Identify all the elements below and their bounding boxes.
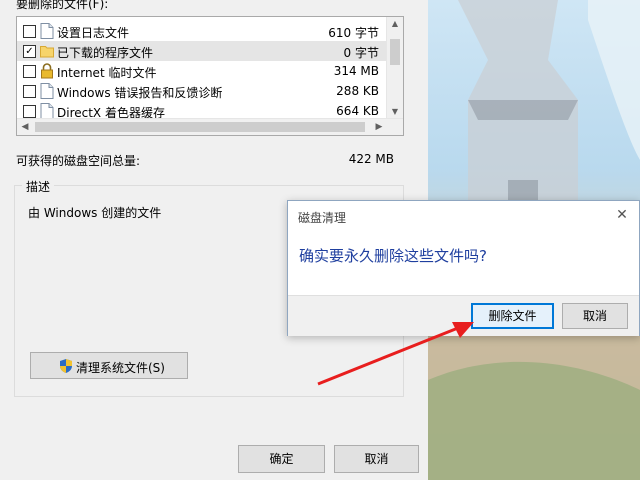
dialog-footer: 删除文件 取消 — [288, 295, 639, 336]
file-size: 610 字节 — [328, 26, 379, 40]
scroll-up-icon[interactable]: ▲ — [387, 17, 403, 31]
lock-icon — [41, 63, 53, 79]
file-name: 设置日志文件 — [57, 26, 130, 40]
vertical-scrollbar[interactable]: ▲ ▼ — [386, 17, 403, 119]
document-icon — [40, 23, 54, 39]
cancel-button[interactable]: 取消 — [334, 445, 419, 473]
checkbox[interactable] — [23, 65, 36, 78]
clean-system-files-button[interactable]: 清理系统文件(S) — [30, 352, 188, 379]
dialog-message: 确实要永久删除这些文件吗? — [299, 247, 487, 265]
file-name: Windows 错误报告和反馈诊断 — [57, 86, 223, 100]
ok-button[interactable]: 确定 — [238, 445, 325, 473]
checkbox[interactable] — [23, 85, 36, 98]
list-item[interactable]: Internet 临时文件 314 MB — [17, 61, 387, 81]
file-name: Internet 临时文件 — [57, 66, 157, 80]
total-space-value: 422 MB — [348, 152, 394, 166]
description-text: 由 Windows 创建的文件 — [28, 206, 162, 220]
file-name: 已下载的程序文件 — [57, 46, 154, 60]
dialog-title: 磁盘清理 — [298, 211, 347, 225]
list-item[interactable]: Windows 错误报告和反馈诊断 288 KB — [17, 81, 387, 101]
dialog-cancel-button[interactable]: 取消 — [562, 303, 628, 329]
confirm-delete-dialog: 磁盘清理 ✕ 确实要永久删除这些文件吗? 删除文件 取消 — [287, 200, 640, 336]
clean-system-files-label: 清理系统文件(S) — [76, 361, 165, 375]
scroll-down-icon[interactable]: ▼ — [387, 105, 403, 119]
list-item[interactable]: 设置日志文件 610 字节 — [17, 21, 387, 41]
total-space-label: 可获得的磁盘空间总量: — [16, 154, 141, 168]
horizontal-scrollbar[interactable]: ◀ ▶ — [17, 118, 403, 135]
checkbox[interactable] — [23, 105, 36, 118]
checkbox[interactable] — [23, 25, 36, 38]
file-size: 0 字节 — [343, 46, 379, 60]
checkbox-checked[interactable]: ✓ — [23, 45, 36, 58]
delete-files-button[interactable]: 删除文件 — [471, 303, 554, 329]
scroll-left-icon[interactable]: ◀ — [17, 119, 33, 135]
vertical-scroll-thumb[interactable] — [390, 39, 400, 65]
horizontal-scroll-thumb[interactable] — [35, 122, 365, 132]
file-size: 314 MB — [333, 64, 379, 78]
document-icon — [40, 83, 54, 99]
close-icon[interactable]: ✕ — [614, 207, 630, 223]
document-icon — [40, 103, 54, 119]
scroll-right-icon[interactable]: ▶ — [371, 119, 387, 135]
file-list[interactable]: 设置日志文件 610 字节 ✓ 已下载的程序文件 0 字节 Internet 临… — [16, 16, 404, 136]
files-to-delete-label: 要删除的文件(F): — [16, 0, 109, 11]
shield-icon — [60, 359, 72, 373]
file-size: 664 KB — [336, 104, 379, 118]
list-item[interactable]: ✓ 已下载的程序文件 0 字节 — [17, 41, 387, 61]
file-size: 288 KB — [336, 84, 379, 98]
description-legend: 描述 — [22, 178, 55, 195]
folder-icon — [40, 46, 54, 58]
